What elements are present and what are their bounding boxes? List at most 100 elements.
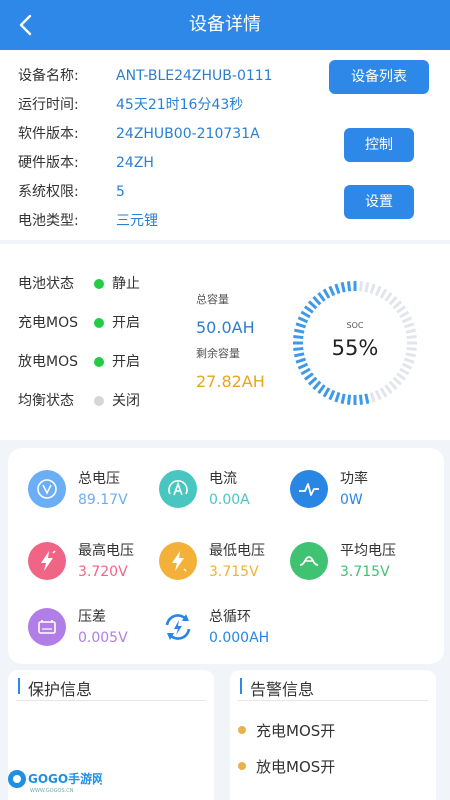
soc-tick-filled <box>300 310 311 319</box>
status-value: 关闭 <box>112 393 140 409</box>
metric-label: 电流 <box>209 471 237 487</box>
metric-value: 0.00A <box>209 492 250 508</box>
alarm-info-title: 告警信息 <box>250 680 315 699</box>
soc-tick-filled <box>328 285 336 297</box>
info-label: 设备名称: <box>18 68 79 84</box>
watermark-text: GOGO手游网 <box>28 771 102 786</box>
info-label: 软件版本: <box>18 126 79 142</box>
info-value: 24ZH <box>116 155 154 171</box>
card-title-bar <box>240 678 242 694</box>
watermark-logo: GOGO手游网 WWW.GOGOS.CN <box>8 770 102 794</box>
metric-value: 3.720V <box>78 564 128 580</box>
alarm-dot <box>238 762 246 770</box>
remaining-capacity-value: 27.82AH <box>196 372 265 391</box>
info-value: 45天21时16分43秒 <box>116 97 244 113</box>
metric-max-voltage: 最高电压 3.720V <box>28 540 168 586</box>
soc-tick-filled <box>297 316 309 324</box>
status-label: 电池状态 <box>18 276 74 292</box>
metric-avg-voltage: 平均电压 3.715V <box>290 540 430 586</box>
metric-total-voltage: 总电压 89.17V <box>28 468 168 514</box>
info-label: 系统权限: <box>18 184 79 200</box>
metric-label: 总电压 <box>78 471 120 487</box>
avg-voltage-icon <box>290 542 328 580</box>
soc-tick-empty <box>392 300 403 310</box>
alarm-dot <box>238 726 246 734</box>
alarm-item-text: 充电MOS开 <box>256 722 336 740</box>
soc-tick-empty <box>406 346 417 351</box>
total-capacity-label: 总容量 <box>196 293 229 306</box>
info-label: 电池类型: <box>18 213 79 229</box>
soc-tick-empty <box>396 305 407 314</box>
soc-tick-filled <box>303 305 314 314</box>
soc-tick-empty <box>379 387 388 398</box>
min-voltage-icon <box>159 542 197 580</box>
alarm-info-card: 告警信息 充电MOS开 放电MOS开 <box>230 670 436 800</box>
soc-tick-empty <box>369 283 376 295</box>
power-icon <box>290 470 328 508</box>
device-list-button[interactable]: 设备列表 <box>329 60 429 94</box>
settings-button[interactable]: 设置 <box>344 185 414 219</box>
status-value: 开启 <box>112 354 140 370</box>
current-icon <box>159 470 197 508</box>
soc-tick-filled <box>294 352 305 358</box>
soc-tick-empty <box>401 362 413 370</box>
soc-tick-filled <box>347 281 352 292</box>
info-value: 24ZHUB00-210731A <box>116 126 260 142</box>
status-label: 充电MOS <box>18 315 78 331</box>
app-header: 设备详情 <box>0 0 450 50</box>
soc-tick-empty <box>406 335 417 340</box>
device-info-section: 设备名称: ANT-BLE24ZHUB-0111 运行时间: 45天21时16分… <box>0 50 450 240</box>
alarm-item-text: 放电MOS开 <box>256 758 336 776</box>
soc-tick-empty <box>388 380 398 391</box>
metric-voltage-diff: 压差 0.005V <box>28 606 168 652</box>
soc-tick-filled <box>317 384 326 395</box>
soc-tick-filled <box>294 328 305 334</box>
metric-current: 电流 0.00A <box>159 468 299 514</box>
watermark-subtext: WWW.GOGOS.CN <box>30 788 74 794</box>
soc-tick-filled <box>307 300 318 310</box>
soc-tick-filled <box>300 367 311 376</box>
metric-value: 3.715V <box>340 564 390 580</box>
soc-tick-empty <box>392 376 403 386</box>
soc-tick-filled <box>303 372 314 381</box>
remaining-capacity-label: 剩余容量 <box>196 347 240 360</box>
soc-tick-empty <box>399 310 410 319</box>
metric-value: 3.715V <box>209 564 259 580</box>
metric-value: 0.005V <box>78 630 128 646</box>
metrics-card: 总电压 89.17V 电流 0.00A 功率 0W 最高电压 3.720V 最低… <box>8 448 444 664</box>
soc-tick-filled <box>307 376 318 386</box>
status-value: 静止 <box>112 276 140 292</box>
soc-tick-empty <box>358 281 363 292</box>
metric-value: 0.000AH <box>209 630 270 646</box>
page-title: 设备详情 <box>189 14 261 35</box>
metric-label: 总循环 <box>209 609 251 625</box>
metric-label: 平均电压 <box>340 543 396 559</box>
soc-tick-empty <box>388 295 398 306</box>
control-button[interactable]: 控制 <box>344 128 414 162</box>
status-dot <box>94 396 104 406</box>
voltage-icon <box>28 470 66 508</box>
soc-tick-filled <box>293 335 304 340</box>
divider <box>238 700 428 701</box>
soc-tick-filled <box>358 394 363 405</box>
soc-tick-empty <box>401 316 413 324</box>
status-label: 均衡状态 <box>18 393 74 409</box>
metric-label: 压差 <box>78 609 106 625</box>
soc-tick-filled <box>312 380 322 391</box>
soc-tick-filled <box>340 393 346 404</box>
soc-tick-filled <box>295 322 307 329</box>
metric-label: 最高电压 <box>78 543 134 559</box>
soc-tick-filled <box>340 282 346 293</box>
voltage-diff-icon <box>28 608 66 646</box>
soc-tick-empty <box>379 288 388 299</box>
soc-tick-filled <box>317 291 326 302</box>
alarm-item: 放电MOS开 <box>238 756 336 777</box>
metric-value: 89.17V <box>78 492 128 508</box>
soc-tick-filled <box>322 387 331 398</box>
metric-power: 功率 0W <box>290 468 430 514</box>
card-title-bar <box>18 678 20 694</box>
soc-tick-empty <box>403 357 415 364</box>
cycle-icon <box>159 608 197 646</box>
soc-tick-filled <box>295 357 307 364</box>
soc-tick-filled <box>364 393 370 404</box>
